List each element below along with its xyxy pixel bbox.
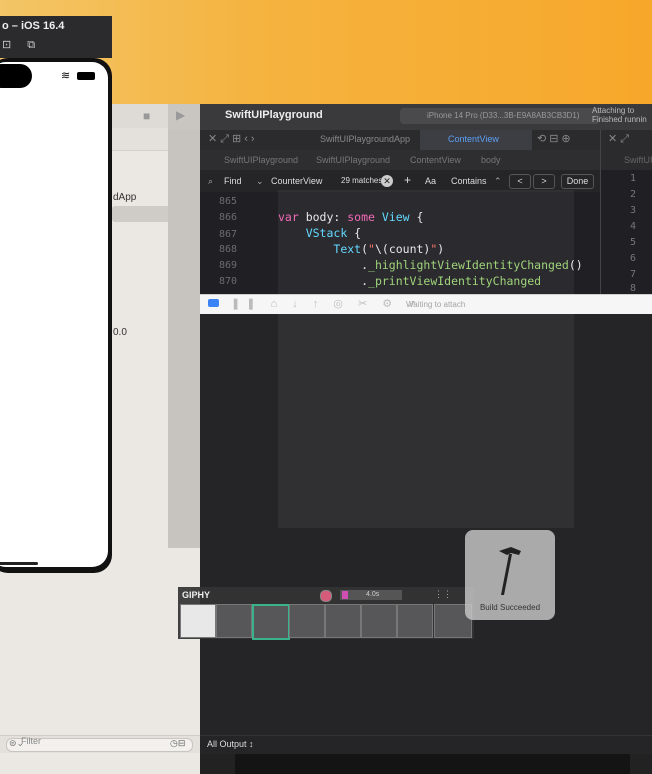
filter-icon: ⊜⌄	[9, 738, 25, 748]
line-number: 8	[629, 283, 636, 294]
left-panel-edge	[168, 130, 200, 548]
navigator-item-app[interactable]: dApp	[113, 192, 136, 203]
clear-icon[interactable]: ✕	[381, 175, 393, 187]
breadcrumb-group[interactable]: SwiftUIPlayground	[316, 155, 390, 165]
line-number: 1	[629, 173, 636, 184]
build-succeeded-label: Build Succeeded	[479, 603, 541, 612]
secondary-breadcrumb[interactable]: SwiftUI	[624, 155, 652, 165]
line-number: 6	[629, 253, 636, 264]
wifi-icon: ≋	[61, 70, 71, 82]
record-icon[interactable]	[320, 590, 332, 602]
line-number: 2	[629, 189, 636, 200]
simulator-title: o – iOS 16.4	[2, 20, 65, 32]
home-indicator[interactable]	[0, 562, 38, 565]
breadcrumb-project[interactable]: SwiftUIPlayground	[224, 155, 298, 165]
giphy-frame[interactable]	[216, 604, 252, 638]
find-done-button[interactable]: Done	[561, 174, 594, 189]
find-input[interactable]: CounterView	[271, 176, 322, 186]
secondary-editor-tab-icons[interactable]: ✕⤢	[608, 132, 632, 146]
selection-overlay	[278, 190, 574, 528]
run-icon[interactable]: ▶	[176, 108, 185, 122]
line-number: 4	[629, 221, 636, 232]
match-type-select[interactable]: Contains	[451, 176, 487, 186]
line-number: 870	[218, 276, 237, 287]
window-title: SwiftUIPlayground	[225, 109, 323, 121]
simulator-toolbar-icons[interactable]: ⊡⧉	[2, 38, 51, 52]
tab-contentview[interactable]: ContentView	[448, 134, 499, 144]
match-type-chevron-icon[interactable]: ⌃	[494, 176, 502, 187]
giphy-frame[interactable]	[361, 604, 397, 638]
giphy-frame[interactable]	[397, 604, 433, 638]
breadcrumb-symbol[interactable]: body	[481, 155, 501, 165]
battery-icon	[77, 72, 95, 80]
add-pattern-button[interactable]: +	[404, 173, 411, 187]
tab-swiftuiplaygroundapp[interactable]: SwiftUIPlaygroundApp	[320, 134, 410, 144]
breadcrumb-file[interactable]: ContentView	[410, 155, 461, 165]
trash-icon[interactable]: ◷⊟	[170, 738, 185, 749]
giphy-label: GIPHY	[182, 590, 211, 600]
console-toggle-icon[interactable]	[208, 299, 219, 307]
giphy-frame[interactable]	[180, 604, 216, 638]
match-count: 29 matches	[341, 176, 383, 185]
find-next-button[interactable]: >	[533, 174, 555, 189]
line-number: 868	[218, 244, 237, 255]
giphy-frame[interactable]	[252, 604, 290, 640]
line-number: 869	[218, 260, 237, 271]
console-footer	[200, 735, 652, 753]
giphy-settings-icon[interactable]: ⋮⋮	[434, 589, 452, 600]
line-number: 866	[218, 212, 237, 223]
dynamic-island	[0, 64, 32, 88]
line-number: 867	[218, 229, 237, 240]
output-filter-select[interactable]: All Output ↕	[207, 739, 254, 749]
navigator-value: 0.0	[113, 327, 127, 338]
line-number: 7	[629, 269, 636, 280]
case-sensitive-button[interactable]: Aa	[425, 176, 436, 186]
stop-icon[interactable]: ■	[143, 109, 150, 123]
giphy-frame[interactable]	[325, 604, 361, 638]
activity-status: Attaching to Finished runnin	[592, 106, 647, 124]
chevron-down-icon[interactable]: ⌄	[256, 176, 264, 187]
iphone-screen[interactable]	[0, 62, 108, 567]
find-previous-button[interactable]: <	[509, 174, 531, 189]
giphy-frame[interactable]	[289, 604, 325, 638]
hammer-icon	[499, 547, 521, 595]
line-number: 3	[629, 205, 636, 216]
find-mode-select[interactable]: Find	[224, 176, 242, 186]
giphy-duration: 4.0s	[366, 591, 380, 598]
editor-options-icons[interactable]: ⟲⊟⊕	[537, 132, 574, 145]
tab-nav-icons[interactable]: ✕⤢⊞‹›	[208, 132, 258, 146]
search-icon: ⌕	[208, 176, 214, 186]
line-number: 5	[629, 237, 636, 248]
device-name: iPhone 14 Pro (D33...3B-E9A8AB3CB3D1)	[427, 111, 580, 120]
line-number: 865	[218, 196, 237, 207]
